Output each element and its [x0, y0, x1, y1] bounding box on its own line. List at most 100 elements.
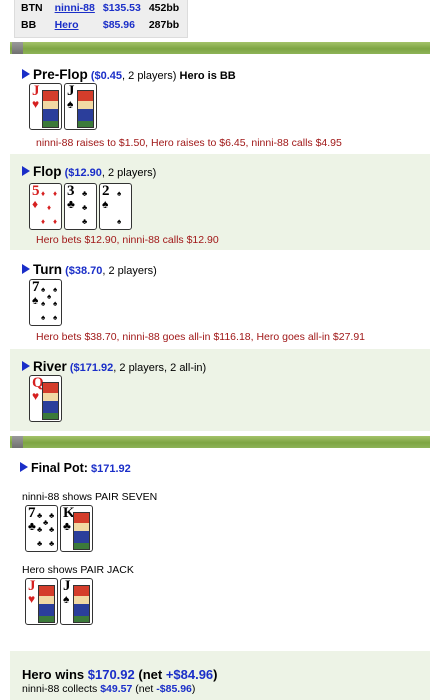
player-row: BB Hero $85.96 287bb	[19, 17, 183, 34]
card-pip-icon: ♠	[117, 189, 122, 198]
result-panel: Hero wins $170.92 (net +$84.96) ninni-88…	[10, 651, 430, 700]
card-row: J ♥ J ♠	[25, 578, 93, 625]
collects-amount: $49.57	[100, 683, 133, 695]
card-pip-icon: ♣	[37, 511, 43, 520]
winner-close: )	[213, 667, 218, 682]
card-row: J ♥ J ♠	[29, 83, 97, 130]
playing-card: J ♥	[25, 578, 58, 625]
playing-card: Q ♥	[29, 375, 62, 422]
playing-card: 2 ♠ ♠ ♠	[99, 183, 132, 230]
card-pip-icon: ♦	[53, 217, 58, 226]
player-name-link[interactable]: Hero	[55, 19, 79, 31]
face-card-art	[77, 90, 94, 128]
card-suit-icon: ♦	[32, 197, 39, 211]
expand-triangle-icon[interactable]	[22, 69, 30, 79]
collects-net: -$85.96	[156, 683, 192, 695]
street-title: Turn	[33, 262, 62, 277]
playing-card: 5 ♦ ♦ ♦ ♦ ♦ ♦	[29, 183, 62, 230]
action-text: ninni-88 raises to $1.50, Hero raises to…	[36, 137, 342, 149]
card-pip-icon: ♠	[41, 299, 46, 308]
action-text: Hero bets $38.70, ninni-88 goes all-in $…	[36, 331, 366, 343]
card-pip-icon: ♠	[53, 285, 58, 294]
showdown-text: ninni-88 shows PAIR SEVEN	[22, 491, 158, 503]
players-table: BTN ninni-88 $135.53 452bb BB Hero $85.9…	[14, 0, 189, 38]
card-suit-icon: ♠	[67, 97, 74, 111]
card-pip-icon: ♣	[49, 525, 55, 534]
flop-section: Flop ($12.90, 2 players) 5 ♦ ♦ ♦ ♦ ♦ ♦ 3 ♣ ♣ ♣ ♣ 2 ♠ ♠…	[10, 154, 430, 250]
winner-net-label: (net	[134, 667, 166, 682]
playing-card: 7 ♠ ♠ ♠ ♠ ♠ ♠ ♠ ♠	[29, 279, 62, 326]
card-pip-icon: ♦	[53, 189, 58, 198]
river-section: River ($171.92, 2 players, 2 all-in) Q ♥	[10, 349, 430, 431]
card-pip-icon: ♣	[82, 217, 88, 226]
expand-triangle-icon[interactable]	[22, 166, 30, 176]
pot-amount: ($171.92	[69, 362, 114, 374]
collects-label: ninni-88 collects	[22, 683, 101, 695]
winner-label: Hero wins	[22, 667, 88, 682]
street-info: , 2 players)	[102, 265, 157, 277]
card-pip-icon: ♦	[47, 203, 52, 212]
player-bb: 452bb	[148, 2, 180, 14]
card-pip-icon: ♣	[43, 518, 49, 527]
expand-triangle-icon[interactable]	[20, 462, 28, 472]
card-row: 5 ♦ ♦ ♦ ♦ ♦ ♦ 3 ♣ ♣ ♣ ♣ 2 ♠ ♠ ♠	[29, 183, 132, 230]
final-pot-amount: $171.92	[91, 463, 131, 475]
card-pip-icon: ♣	[37, 539, 43, 548]
card-pip-icon: ♦	[41, 217, 46, 226]
player-name-link[interactable]: ninni-88	[55, 2, 95, 14]
face-card-art	[73, 512, 90, 550]
divider-bar	[10, 42, 430, 54]
street-info: , 2 players)	[122, 70, 177, 82]
player-stack: $135.53	[102, 2, 141, 14]
street-info: , 2 players)	[101, 167, 157, 179]
card-pip-icon: ♣	[82, 189, 88, 198]
divider-knob	[12, 436, 23, 448]
collects-net-label: (net	[132, 683, 157, 695]
card-pip-icon: ♠	[53, 299, 58, 308]
final-pot-label: Final Pot:	[31, 461, 88, 475]
playing-card: J ♠	[60, 578, 93, 625]
face-card-art	[73, 585, 90, 623]
expand-triangle-icon[interactable]	[22, 264, 30, 274]
winner-net: +$84.96	[165, 667, 214, 682]
divider-bar	[10, 436, 430, 448]
card-pip-icon: ♠	[47, 292, 52, 301]
collects-line: ninni-88 collects $49.57 (net -$85.96)	[22, 683, 195, 695]
playing-card: 7 ♣ ♣ ♣ ♣ ♣ ♣ ♣ ♣	[25, 505, 58, 552]
card-suit-icon: ♣	[28, 519, 36, 533]
playing-card: J ♠	[64, 83, 97, 130]
card-pip-icon: ♣	[49, 511, 55, 520]
card-row: Q ♥	[29, 375, 62, 422]
action-text: Hero bets $12.90, ninni-88 calls $12.90	[36, 234, 219, 246]
playing-card: J ♥	[29, 83, 62, 130]
card-suit-icon: ♣	[63, 519, 71, 533]
card-pip-icon: ♠	[41, 313, 46, 322]
player-position: BTN	[21, 2, 43, 14]
card-pip-icon: ♣	[49, 539, 55, 548]
street-info: , 2 players, 2 all-in)	[113, 362, 207, 374]
winner-line: Hero wins $170.92 (net +$84.96)	[22, 667, 218, 682]
turn-section: Turn ($38.70, 2 players) 7 ♠ ♠ ♠ ♠ ♠ ♠ ♠ ♠ Hero …	[10, 252, 430, 346]
winner-amount: $170.92	[87, 667, 135, 682]
card-pip-icon: ♠	[41, 285, 46, 294]
expand-triangle-icon[interactable]	[22, 361, 30, 371]
player-row: BTN ninni-88 $135.53 452bb	[19, 0, 183, 17]
card-suit-icon: ♣	[67, 197, 75, 211]
pot-amount: ($12.90	[64, 167, 102, 179]
card-row: 7 ♣ ♣ ♣ ♣ ♣ ♣ ♣ ♣ K ♣	[25, 505, 93, 552]
card-pip-icon: ♣	[37, 525, 43, 534]
card-pip-icon: ♠	[117, 217, 122, 226]
player-position: BB	[21, 19, 37, 31]
card-suit-icon: ♥	[32, 97, 40, 111]
face-card-art	[38, 585, 55, 623]
playing-card: K ♣	[60, 505, 93, 552]
showdown-text: Hero shows PAIR JACK	[22, 564, 134, 576]
card-suit-icon: ♠	[32, 293, 39, 307]
playing-card: 3 ♣ ♣ ♣ ♣	[64, 183, 97, 230]
card-suit-icon: ♥	[28, 592, 36, 606]
player-bb: 287bb	[148, 19, 180, 31]
card-suit-icon: ♠	[63, 592, 70, 606]
face-card-art	[42, 382, 59, 420]
street-title: River	[33, 359, 67, 374]
hero-position-info: Hero is BB	[179, 70, 236, 82]
